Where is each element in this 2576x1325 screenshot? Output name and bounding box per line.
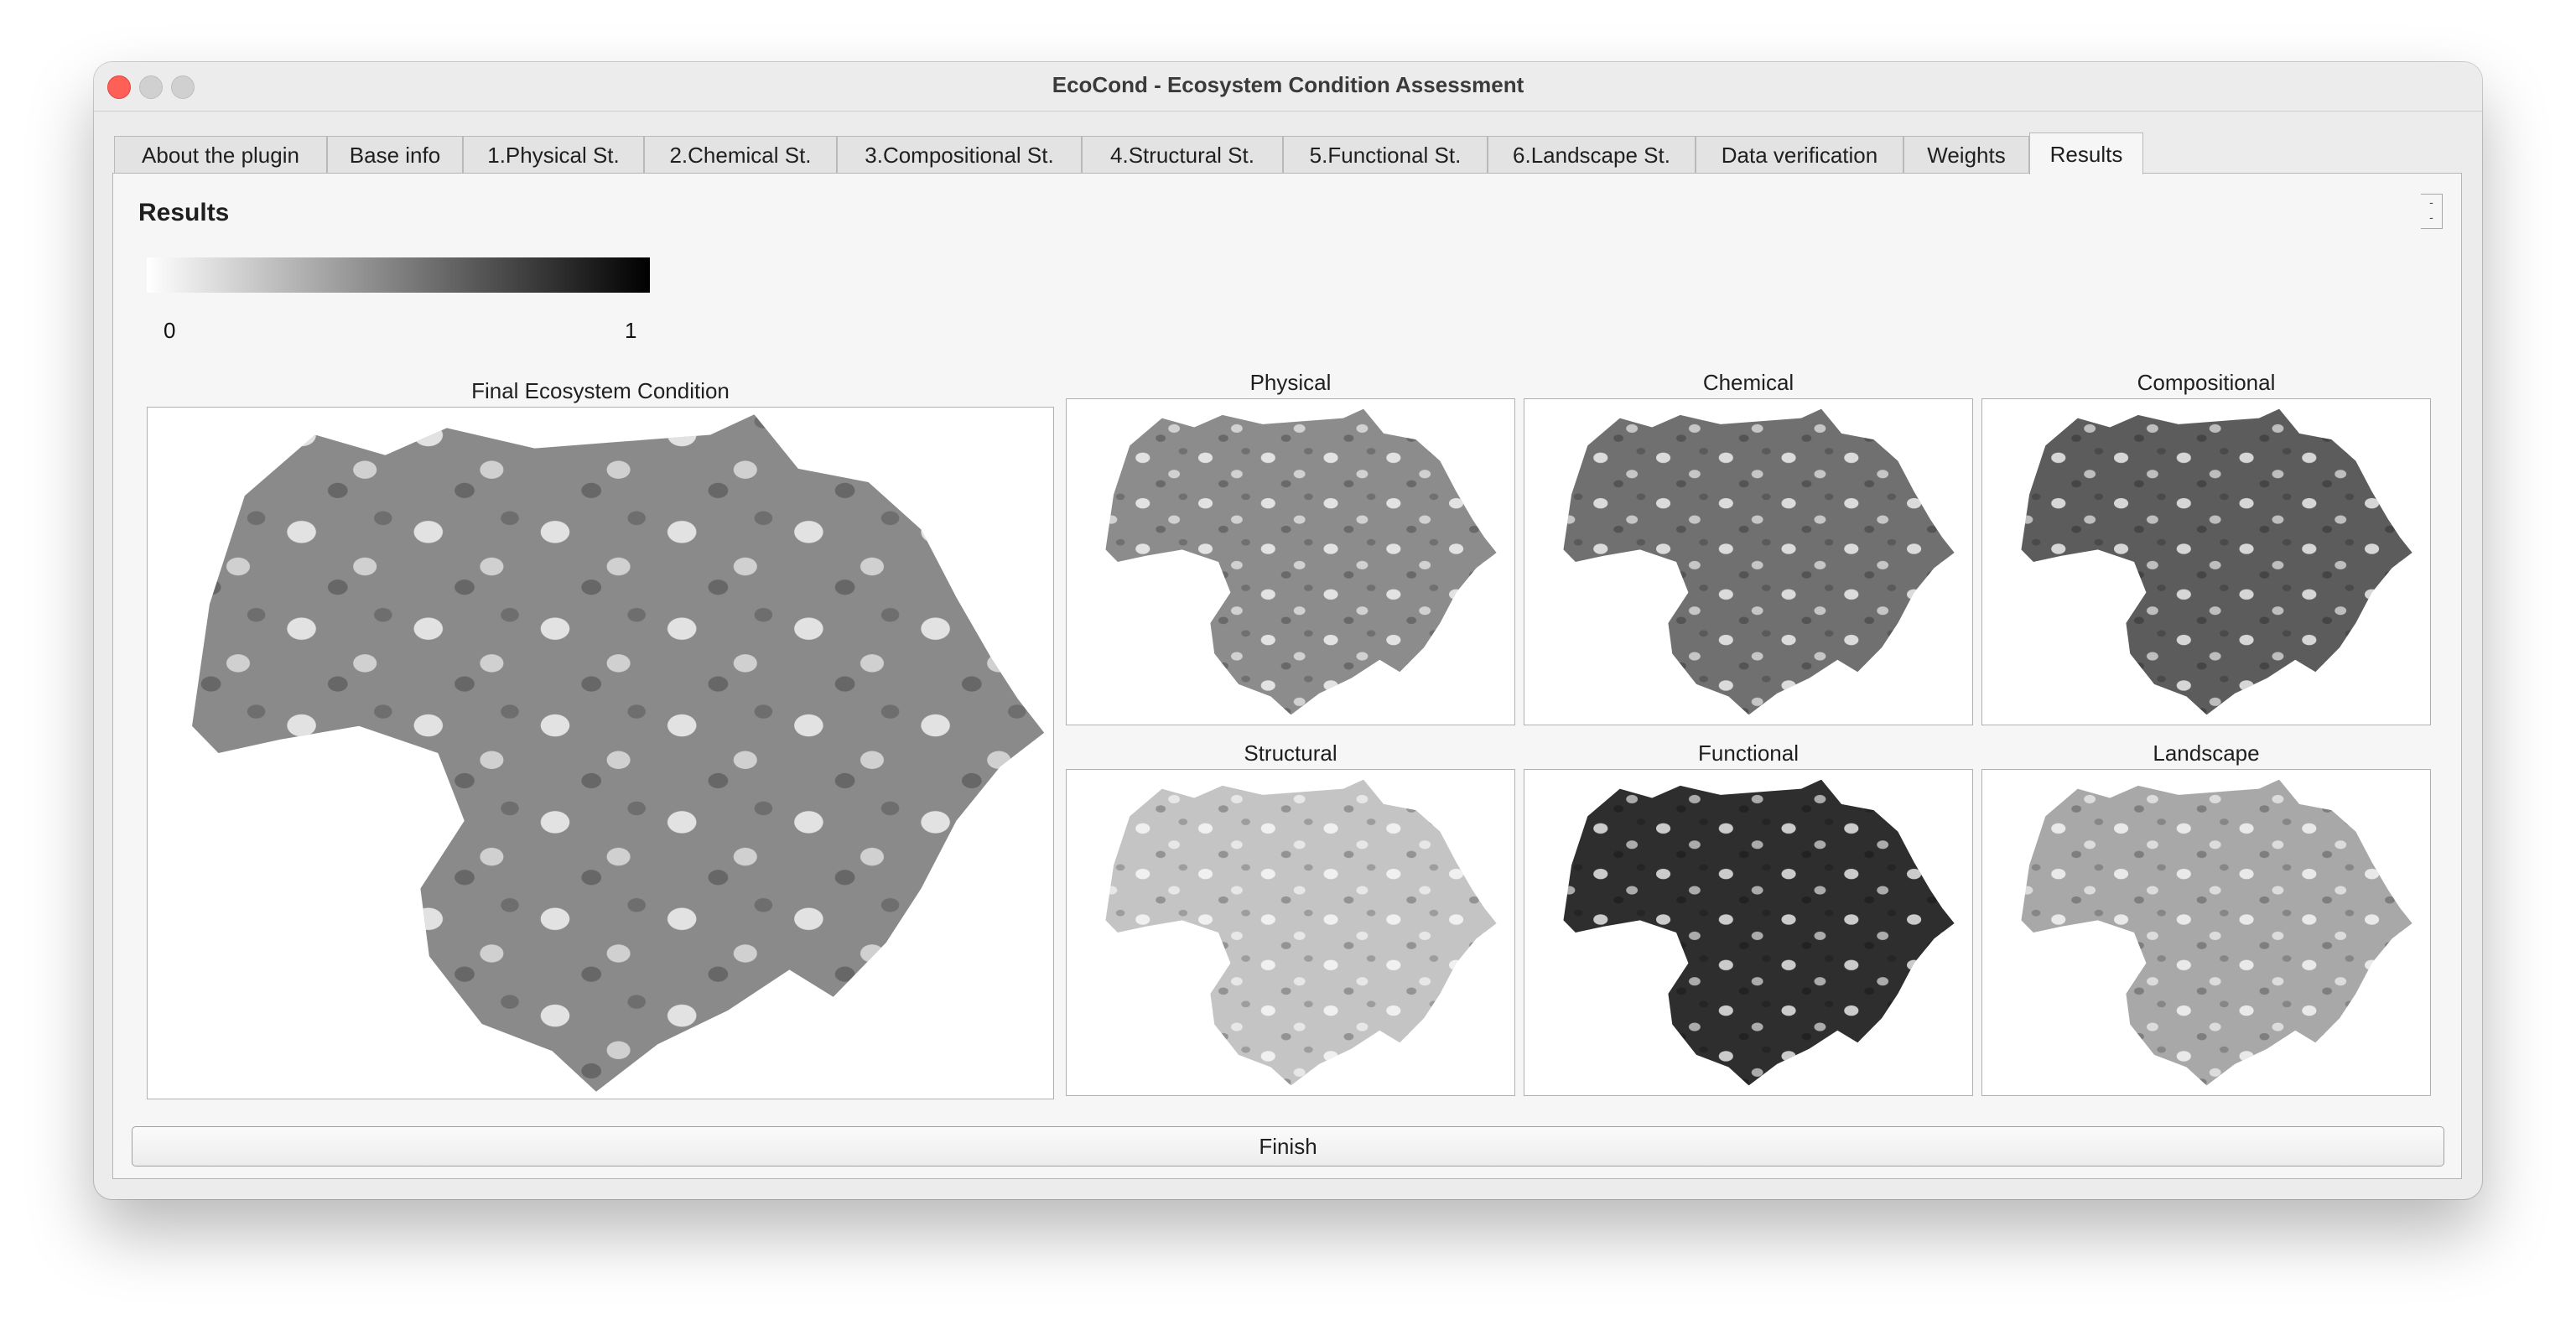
tab-structural[interactable]: 4.Structural St. (1082, 136, 1283, 173)
tab-chemical[interactable]: 2.Chemical St. (644, 136, 837, 173)
compositional-map-texture (2021, 408, 2412, 715)
final-map-title: Final Ecosystem Condition (471, 378, 730, 403)
landscape-map-texture (2021, 779, 2412, 1086)
final-map-texture (192, 414, 1045, 1092)
landscape-map-title: Landscape (2153, 740, 2260, 766)
tab-data-verification[interactable]: Data verification (1696, 136, 1903, 173)
legend-gradient-bar (147, 257, 650, 293)
compositional-map (1981, 398, 2431, 725)
tab-weights[interactable]: Weights (1903, 136, 2029, 173)
legend-min-label: 0 (164, 318, 176, 343)
finish-button[interactable]: Finish (132, 1126, 2444, 1167)
tab-physical[interactable]: 1.Physical St. (463, 136, 644, 173)
tab-about-plugin[interactable]: About the plugin (114, 136, 327, 173)
physical-map-texture (1105, 408, 1497, 715)
chemical-map (1524, 398, 1973, 725)
results-panel: Results -- 0 1 Final Ecosystem Condition… (112, 173, 2462, 1179)
structural-map-texture (1105, 779, 1497, 1086)
results-heading: Results (138, 199, 230, 226)
structural-map (1066, 769, 1515, 1096)
tab-compositional[interactable]: 3.Compositional St. (837, 136, 1082, 173)
structural-map-title: Structural (1244, 740, 1337, 766)
tab-results[interactable]: Results (2029, 132, 2143, 174)
tab-landscape[interactable]: 6.Landscape St. (1488, 136, 1696, 173)
legend-max-label: 1 (625, 318, 637, 343)
landscape-map (1981, 769, 2431, 1096)
tab-base-info[interactable]: Base info (327, 136, 463, 173)
final-condition-map (147, 407, 1054, 1099)
chemical-map-texture (1563, 408, 1955, 715)
physical-map-title: Physical (1249, 370, 1332, 395)
functional-map-title: Functional (1698, 740, 1799, 766)
functional-map (1524, 769, 1973, 1096)
functional-map-texture (1563, 779, 1955, 1086)
window-title: EcoCond - Ecosystem Condition Assessment (1052, 72, 1524, 97)
scroll-stepper[interactable]: -- (2421, 194, 2443, 229)
app-window: EcoCond - Ecosystem Condition Assessment… (94, 62, 2482, 1199)
physical-map (1066, 398, 1515, 725)
title-bar: EcoCond - Ecosystem Condition Assessment (94, 62, 2482, 112)
chemical-map-title: Chemical (1702, 370, 1794, 395)
tab-functional[interactable]: 5.Functional St. (1283, 136, 1488, 173)
compositional-map-title: Compositional (2137, 370, 2276, 395)
